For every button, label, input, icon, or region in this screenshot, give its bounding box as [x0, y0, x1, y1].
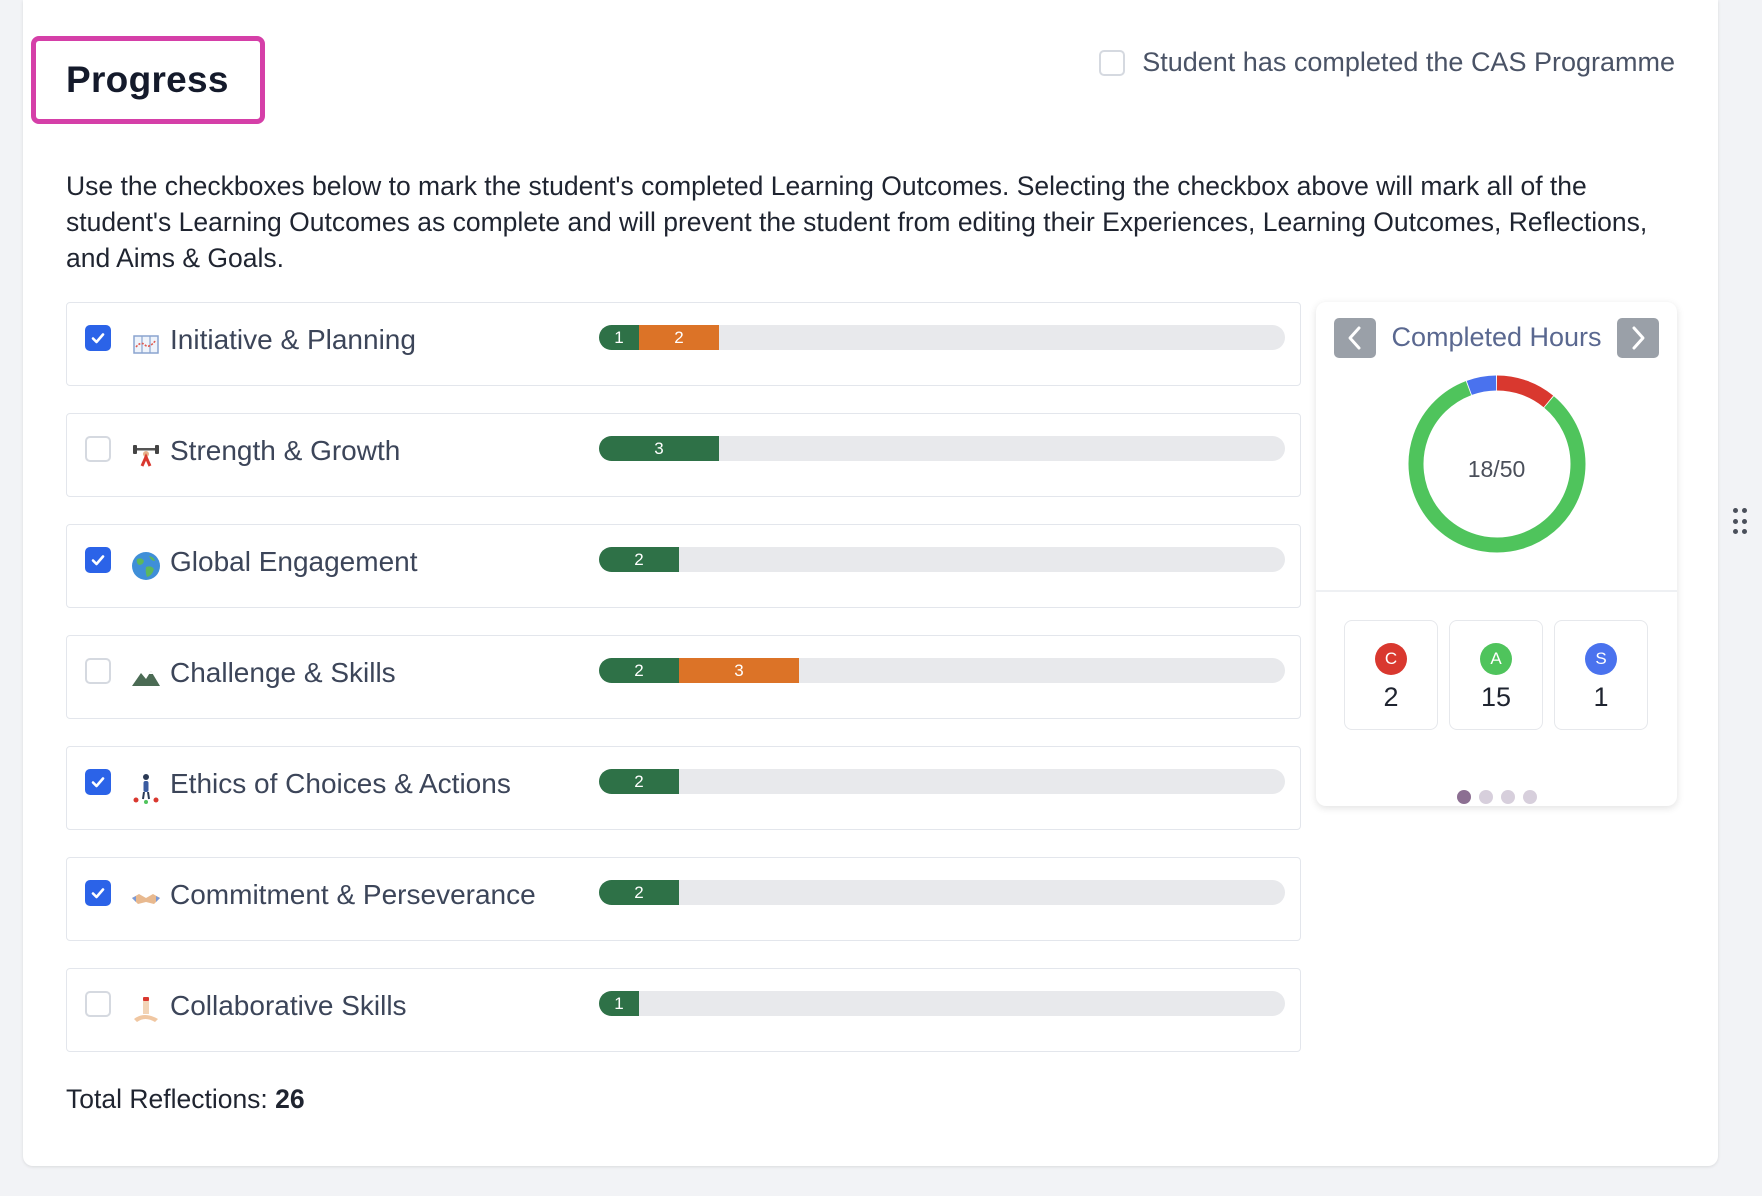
creativity-badge: C: [1375, 643, 1407, 675]
outcome-label: Challenge & Skills: [170, 657, 396, 688]
globe-icon: [129, 549, 163, 583]
progress-segment: 2: [599, 769, 679, 794]
outcome-progress-bar: 1: [599, 991, 1285, 1016]
progress-segment: 2: [599, 547, 679, 572]
carousel-dot[interactable]: [1500, 790, 1515, 804]
outcome-checkbox[interactable]: [85, 547, 111, 573]
donut-segment-service: [1466, 375, 1497, 396]
page-title: Progress: [66, 59, 229, 100]
creativity-hours-value: 2: [1383, 682, 1399, 712]
instructions-text: Use the checkboxes below to mark the stu…: [66, 171, 1648, 273]
outcome-progress-bar: 2: [599, 547, 1285, 572]
checkmark-icon: [91, 555, 105, 566]
service-badge: S: [1585, 643, 1617, 675]
outcome-label: Strength & Growth: [170, 435, 401, 466]
outcome-label: Commitment & Perseverance: [170, 879, 536, 910]
carousel-dot[interactable]: [1522, 790, 1537, 804]
progress-segment: 3: [679, 658, 799, 683]
drag-handle-icon[interactable]: [1733, 508, 1747, 536]
cas-complete-label: Student has completed the CAS Programme: [1142, 47, 1675, 77]
activity-badge: A: [1480, 643, 1512, 675]
chevron-right-icon: [1632, 326, 1645, 350]
cas-complete-toggle[interactable]: Student has completed the CAS Programme: [1099, 47, 1675, 78]
hours-tile-service: S1: [1554, 620, 1648, 730]
outcome-checkbox[interactable]: [85, 880, 111, 906]
total-reflections-value: 26: [275, 1084, 305, 1114]
outcome-checkbox[interactable]: [85, 658, 111, 684]
progress-segment: 2: [599, 658, 679, 683]
weightlifter-icon: [129, 438, 163, 472]
outcome-checkbox[interactable]: [85, 769, 111, 795]
outcome-progress-bar: 2: [599, 769, 1285, 794]
progress-card: Progress Student has completed the CAS P…: [23, 0, 1718, 1166]
total-reflections: Total Reflections: 26: [66, 1084, 305, 1115]
page-title-box: Progress: [31, 36, 265, 124]
outcome-checkbox[interactable]: [85, 325, 111, 351]
outcome-checkbox[interactable]: [85, 991, 111, 1017]
hours-tile-creativity: C2: [1344, 620, 1438, 730]
outcome-label: Ethics of Choices & Actions: [170, 768, 511, 799]
carousel-dot[interactable]: [1456, 790, 1471, 804]
outcome-progress-bar: 3: [599, 436, 1285, 461]
outcome-row[interactable]: Challenge & Skills 2 3: [66, 635, 1301, 719]
next-slide-button[interactable]: [1617, 318, 1659, 358]
outcome-row[interactable]: Strength & Growth 3: [66, 413, 1301, 497]
checkmark-icon: [91, 333, 105, 344]
activity-hours-value: 15: [1480, 682, 1512, 712]
outcome-label: Global Engagement: [170, 546, 418, 577]
outcome-progress-bar: 12: [599, 325, 1285, 350]
progress-segment: 2: [639, 325, 719, 350]
hours-tile-activity: A 15: [1449, 620, 1543, 730]
progress-segment: 2: [599, 880, 679, 905]
service-hours-value: 1: [1593, 682, 1609, 712]
learning-outcomes-list: Initiative & Planning 1 2 Strength & Growth…: [66, 302, 1301, 1079]
person-crossroads-icon: [129, 771, 163, 805]
map-icon: [129, 327, 163, 361]
outcome-checkbox[interactable]: [85, 436, 111, 462]
progress-segment: 1: [599, 991, 639, 1016]
mountain-icon: [129, 660, 163, 694]
donut-segment-creativity: [1496, 375, 1554, 408]
progress-segment: 1: [599, 325, 639, 350]
carousel-dot[interactable]: [1478, 790, 1493, 804]
outcome-row[interactable]: Ethics of Choices & Actions 2: [66, 746, 1301, 830]
progress-segment: 3: [599, 436, 719, 461]
outcome-label: Collaborative Skills: [170, 990, 407, 1021]
outcome-row[interactable]: Global Engagement 2: [66, 524, 1301, 608]
hours-donut-label: 18/50: [1467, 456, 1526, 482]
outcome-label: Initiative & Planning: [170, 324, 416, 355]
carousel-pagination: [1316, 790, 1677, 804]
completed-hours-panel: Completed Hours 18/50 C 2 A 15 S 1: [1316, 302, 1677, 806]
checkmark-icon: [91, 777, 105, 788]
outcome-row[interactable]: Commitment & Perseverance 2: [66, 857, 1301, 941]
outcome-progress-bar: 23: [599, 658, 1285, 683]
handshake-icon: [129, 882, 163, 916]
hours-summary: Completed Hours 18/50: [1316, 302, 1677, 592]
total-reflections-label: Total Reflections:: [66, 1084, 268, 1114]
checkmark-icon: [91, 888, 105, 899]
outcome-row[interactable]: Collaborative Skills 1: [66, 968, 1301, 1052]
outcome-progress-bar: 2: [599, 880, 1285, 905]
cas-complete-checkbox[interactable]: [1099, 49, 1126, 76]
outcome-row[interactable]: Initiative & Planning 1 2: [66, 302, 1301, 386]
hours-category-tiles: C 2 A 15 S 1: [1344, 620, 1648, 730]
stacked-hands-icon: [129, 993, 163, 1027]
